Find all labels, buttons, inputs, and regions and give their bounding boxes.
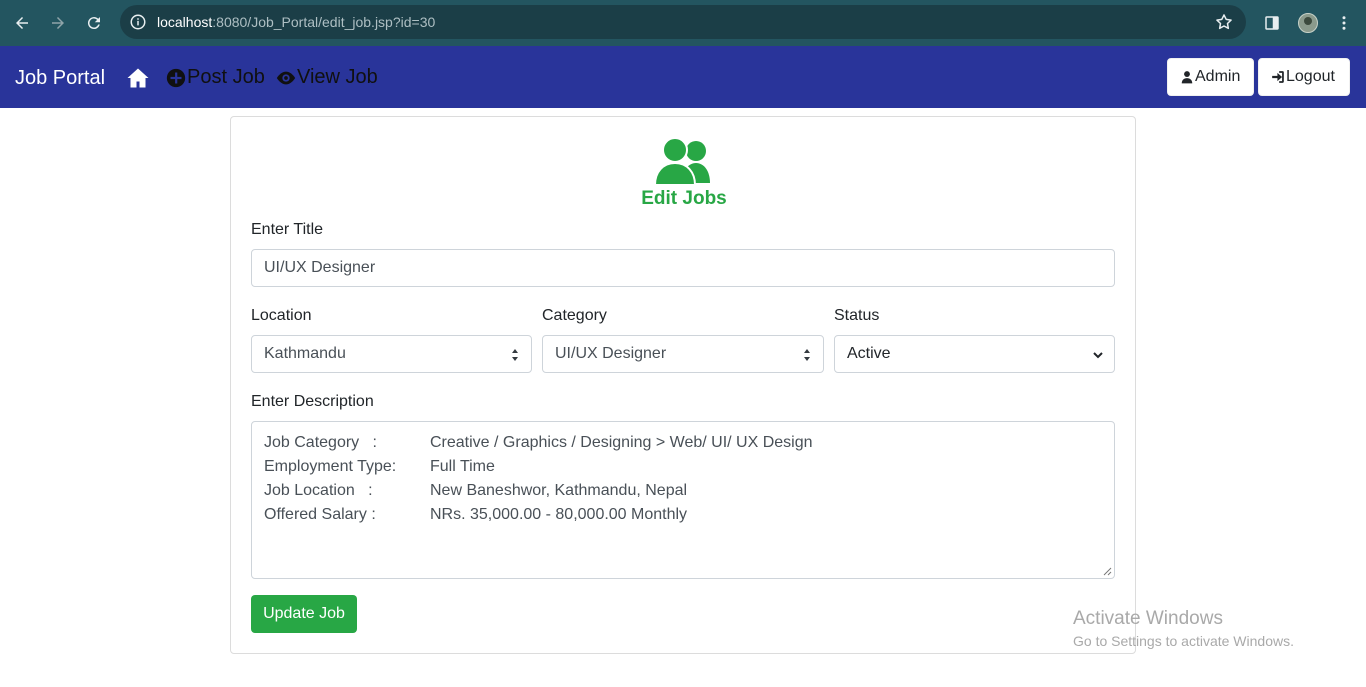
nav-post-job[interactable]: Post Job [165,66,265,89]
description-value: New Baneshwor, Kathmandu, Nepal [430,482,688,499]
description-line: Offered Salary : NRs. 35,000.00 - 80,000.… [264,503,1102,527]
sidebar-icon[interactable] [1260,11,1284,35]
avatar-image [1298,13,1318,33]
location-label: Location [251,307,312,324]
status-label: Status [834,307,880,324]
url-host: localhost [157,14,213,30]
profile-avatar[interactable] [1296,11,1320,35]
nav-view-job[interactable]: View Job [275,66,378,89]
description-line: Job Category : Creative / Graphics / Desi… [264,431,1102,455]
watermark-title: Activate Windows [1073,608,1223,629]
forward-arrow-icon[interactable] [44,9,72,37]
back-arrow-icon[interactable] [8,9,36,37]
sort-arrows-icon [804,349,810,361]
category-select[interactable]: UI/UX Designer [542,335,824,373]
user-icon [1181,71,1193,84]
location-select-value: Kathmandu [264,345,346,362]
url-text[interactable]: localhost:8080/Job_Portal/edit_job.jsp?i… [157,14,435,30]
description-label: Enter Description [251,393,374,410]
description-key: Employment Type: [264,458,397,475]
description-line: Employment Type: Full Time [264,455,1102,479]
plus-circle-icon [166,68,186,87]
home-icon[interactable] [126,66,150,90]
eye-icon [276,71,296,84]
sign-in-icon [1272,71,1284,83]
status-select-value: Active [847,345,891,362]
admin-button[interactable]: Admin [1167,58,1254,96]
site-info-icon[interactable] [128,12,148,32]
location-select[interactable]: Kathmandu [251,335,532,373]
logout-label: Logout [1286,68,1335,85]
description-key: Offered Salary : [264,506,376,523]
description-value: Creative / Graphics / Designing > Web/ U… [430,434,813,451]
admin-label: Admin [1195,68,1241,85]
resize-handle-icon[interactable] [1102,566,1112,576]
sort-arrows-icon [512,349,518,361]
update-job-button[interactable]: Update Job [251,595,357,633]
description-key: Job Category : [264,434,377,451]
category-select-value: UI/UX Designer [555,345,667,362]
app-navbar: Job Portal Post Job View Job Admin Logou… [0,46,1366,108]
nav-post-job-label: Post Job [187,66,265,88]
title-input[interactable]: UI/UX Designer [251,249,1115,287]
windows-activation-watermark: Activate Windows Go to Settings to activ… [1073,608,1294,649]
edit-job-card: Edit Jobs Enter Title UI/UX Designer Loc… [230,116,1136,654]
description-value: NRs. 35,000.00 - 80,000.00 Monthly [430,506,688,523]
brand-link[interactable]: Job Portal [15,67,105,90]
status-select[interactable]: Active [834,335,1115,373]
reload-icon[interactable] [80,9,108,37]
page-title: Edit Jobs [641,188,727,209]
category-label: Category [542,307,607,324]
nav-view-job-label: View Job [297,66,378,88]
bookmark-star-icon[interactable] [1214,12,1234,32]
kebab-menu-icon[interactable] [1332,11,1356,35]
url-path: :8080/Job_Portal/edit_job.jsp?id=30 [212,14,436,30]
logout-button[interactable]: Logout [1258,58,1350,96]
title-input-value: UI/UX Designer [264,259,376,276]
description-line: Job Location : New Baneshwor, Kathmandu, … [264,479,1102,503]
chevron-down-icon [1093,352,1103,359]
title-label: Enter Title [251,221,324,238]
browser-toolbar: localhost:8080/Job_Portal/edit_job.jsp?i… [0,0,1366,46]
users-icon [653,137,715,187]
watermark-subtitle: Go to Settings to activate Windows. [1073,633,1294,649]
description-value: Full Time [430,458,495,475]
description-textarea[interactable]: Job Category : Creative / Graphics / Desi… [251,421,1115,579]
address-bar[interactable]: localhost:8080/Job_Portal/edit_job.jsp?i… [120,5,1246,39]
description-key: Job Location : [264,482,373,499]
